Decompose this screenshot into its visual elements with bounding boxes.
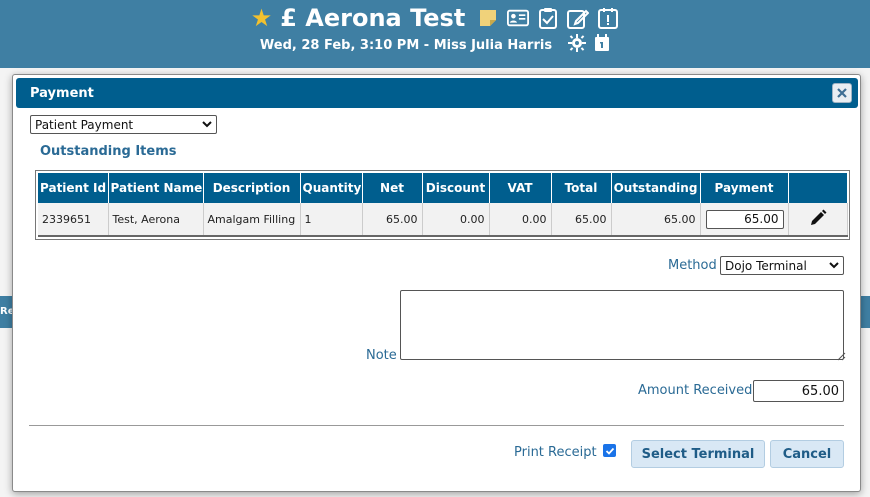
payment-type-select[interactable]: Patient Payment xyxy=(30,115,217,134)
chevron-down-icon xyxy=(202,121,212,128)
header-icons xyxy=(477,7,619,29)
method-select[interactable]: Dojo Terminal xyxy=(720,256,844,275)
patient-title: £ Aerona Test xyxy=(280,4,465,32)
close-button[interactable] xyxy=(832,83,852,103)
cell-payment: 65.00 xyxy=(700,203,789,237)
payment-amount-input[interactable]: 65.00 xyxy=(705,209,784,229)
appointment-icons xyxy=(568,34,610,56)
patient-header: ★ £ Aerona Test xyxy=(0,3,870,33)
divider xyxy=(29,425,844,426)
cell-discount: 0.00 xyxy=(422,203,490,237)
col-header-actions xyxy=(788,173,848,203)
table-row: 2339651 Test, Aerona Amalgam Filling 1 6… xyxy=(38,203,848,237)
id-card-icon[interactable] xyxy=(507,7,530,29)
star-icon[interactable]: ★ xyxy=(251,6,273,30)
cell-description: Amalgam Filling xyxy=(203,203,301,237)
app-header: ★ £ Aerona Test Wed, 28 Feb, 3:10 PM - M… xyxy=(0,0,870,68)
close-icon xyxy=(837,88,847,98)
patient-name: Aerona Test xyxy=(305,4,466,32)
method-value: Dojo Terminal xyxy=(725,258,807,273)
note-textarea[interactable] xyxy=(400,290,844,360)
table-header-row: Patient Id Patient Name Description Quan… xyxy=(38,173,848,203)
cell-edit xyxy=(788,203,848,237)
sticky-note-icon[interactable] xyxy=(477,7,499,29)
col-header-net[interactable]: Net xyxy=(362,173,423,203)
cell-total: 65.00 xyxy=(551,203,612,237)
dialog-title: Payment xyxy=(30,86,94,101)
cancel-button[interactable]: Cancel xyxy=(770,440,844,468)
clipboard-check-icon[interactable] xyxy=(537,7,559,29)
resize-grip-icon[interactable] xyxy=(836,351,846,361)
chevron-down-icon xyxy=(829,262,839,269)
appointment-info: Wed, 28 Feb, 3:10 PM - Miss Julia Harris xyxy=(259,37,553,53)
payment-dialog: Payment Patient Payment Outstanding Item… xyxy=(12,74,861,492)
col-header-outstanding[interactable]: Outstanding xyxy=(611,173,701,203)
edit-icon[interactable] xyxy=(567,7,590,29)
method-label: Method xyxy=(668,258,717,273)
col-header-total[interactable]: Total xyxy=(551,173,612,203)
amount-received-label: Amount Received xyxy=(638,383,753,398)
print-receipt-label: Print Receipt xyxy=(514,445,597,460)
col-header-patient-name[interactable]: Patient Name xyxy=(108,173,204,203)
col-header-description[interactable]: Description xyxy=(203,173,301,203)
cell-outstanding: 65.00 xyxy=(611,203,701,237)
section-title: Outstanding Items xyxy=(40,144,177,159)
col-header-quantity[interactable]: Quantity xyxy=(300,173,363,203)
select-terminal-button[interactable]: Select Terminal xyxy=(631,440,765,468)
dialog-titlebar[interactable]: Payment xyxy=(16,78,858,108)
background-tab-label: Re xyxy=(0,306,12,317)
calendar-icon[interactable] xyxy=(594,34,610,56)
cell-net: 65.00 xyxy=(362,203,423,237)
col-header-vat[interactable]: VAT xyxy=(489,173,552,203)
gear-icon[interactable] xyxy=(568,34,587,56)
cell-vat: 0.00 xyxy=(489,203,552,237)
print-receipt-checkbox[interactable] xyxy=(603,444,616,457)
cell-quantity: 1 xyxy=(300,203,363,237)
currency-symbol: £ xyxy=(280,4,297,32)
cell-patient-name: Test, Aerona xyxy=(108,203,204,237)
payment-type-value: Patient Payment xyxy=(35,117,134,132)
pencil-icon[interactable] xyxy=(809,209,827,227)
col-header-discount[interactable]: Discount xyxy=(422,173,490,203)
amount-received-input[interactable]: 65.00 xyxy=(753,380,844,402)
col-header-patient-id[interactable]: Patient Id xyxy=(38,173,109,203)
background-tab-right xyxy=(860,296,870,328)
appointment-bar: Wed, 28 Feb, 3:10 PM - Miss Julia Harris xyxy=(0,34,870,56)
cell-patient-id: 2339651 xyxy=(38,203,109,237)
checkmark-icon xyxy=(605,447,614,455)
note-label: Note xyxy=(366,348,397,363)
alert-calendar-icon[interactable] xyxy=(597,7,619,29)
background-tab: Re xyxy=(0,296,12,328)
outstanding-items-table: Patient Id Patient Name Description Quan… xyxy=(35,170,850,240)
col-header-payment[interactable]: Payment xyxy=(700,173,789,203)
